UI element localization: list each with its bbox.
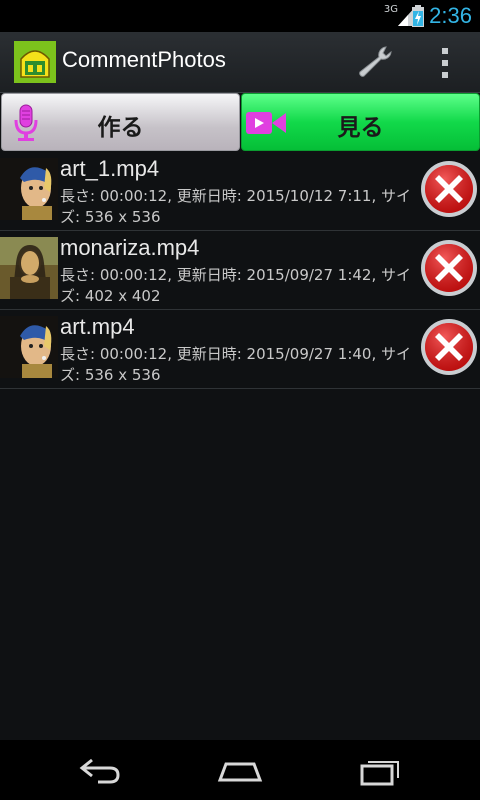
photo-frame-icon [14,41,56,83]
list-item[interactable]: art_1.mp4 長さ: 00:00:12, 更新日時: 2015/10/12… [0,152,480,231]
wrench-icon[interactable] [356,44,396,80]
video-thumbnail [0,237,58,299]
home-icon[interactable] [216,754,264,786]
file-meta: 長さ: 00:00:12, 更新日時: 2015/09/27 1:42, サイズ… [60,266,411,305]
recent-apps-icon[interactable] [356,754,404,786]
battery-icon [412,5,424,27]
file-name: monariza.mp4 [60,235,200,260]
status-clock: 2:36 [429,3,472,28]
delete-button[interactable] [420,239,478,297]
overflow-menu-icon[interactable] [434,46,456,80]
list-item[interactable]: art.mp4 長さ: 00:00:12, 更新日時: 2015/09/27 1… [0,310,480,389]
delete-button[interactable] [420,318,478,376]
video-thumbnail [0,158,58,220]
tab-bar: 作る 見る [0,92,480,152]
list-item[interactable]: monariza.mp4 長さ: 00:00:12, 更新日時: 2015/09… [0,231,480,310]
app-logo-icon[interactable] [14,41,56,83]
file-name: art_1.mp4 [60,156,160,181]
action-bar: CommentPhotos [0,32,480,93]
video-thumbnail [0,316,58,378]
status-bar: 3G 2:36 [0,0,480,32]
tab-view-label: 見る [337,115,384,141]
network-type: 3G [383,4,398,15]
back-icon[interactable] [76,754,124,786]
app-title: CommentPhotos [62,47,226,72]
file-meta: 長さ: 00:00:12, 更新日時: 2015/09/27 1:40, サイズ… [60,345,411,384]
delete-button[interactable] [420,160,478,218]
navigation-bar [0,740,480,800]
file-name: art.mp4 [60,314,135,339]
file-meta: 長さ: 00:00:12, 更新日時: 2015/10/12 7:11, サイズ… [60,187,411,226]
tab-view[interactable]: 見る [241,93,480,151]
video-file-list: art_1.mp4 長さ: 00:00:12, 更新日時: 2015/10/12… [0,152,480,389]
tab-make[interactable]: 作る [1,93,240,151]
tab-make-label: 作る [97,115,144,141]
